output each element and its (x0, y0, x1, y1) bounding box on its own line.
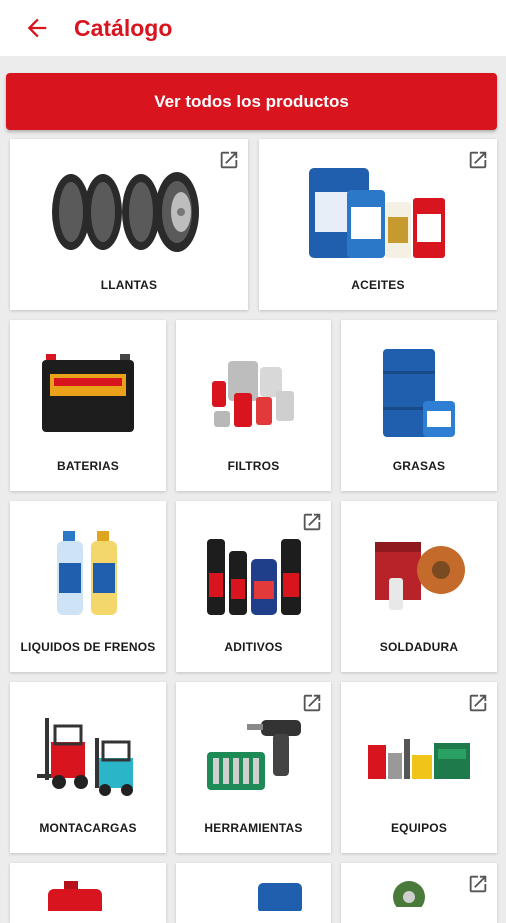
category-label: FILTROS (227, 459, 280, 473)
category-label: SOLDADURA (379, 640, 459, 654)
category-label: BATERIAS (56, 459, 120, 473)
category-card[interactable] (10, 863, 166, 923)
blue-drum-image (258, 883, 302, 911)
category-label: GRASAS (392, 459, 446, 473)
category-label: LIQUIDOS DE FRENOS (20, 640, 156, 654)
app-bar: Catálogo (0, 0, 506, 56)
category-label: HERRAMIENTAS (204, 821, 303, 835)
category-card-baterias[interactable]: BATERIAS (10, 320, 166, 491)
back-button[interactable] (22, 13, 52, 43)
category-card-filtros[interactable]: FILTROS (176, 320, 331, 491)
arrow-left-icon (27, 18, 47, 38)
category-card[interactable] (341, 863, 497, 923)
category-card-montacargas[interactable]: MONTACARGAS (10, 682, 166, 853)
category-card-aditivos[interactable]: ADITIVOS (176, 501, 331, 672)
brake-fluid-image (10, 515, 166, 633)
category-card-equipos[interactable]: EQUIPOS (341, 682, 497, 853)
battery-image (10, 334, 166, 452)
page-title: Catálogo (74, 14, 173, 41)
equipment-image (341, 696, 497, 814)
welding-image (341, 515, 497, 633)
forklifts-image (10, 696, 166, 814)
category-label: LLANTAS (100, 278, 158, 292)
category-card-aceites[interactable]: ACEITES (259, 139, 497, 310)
view-all-products-button[interactable]: Ver todos los productos (6, 73, 497, 130)
category-label: MONTACARGAS (39, 821, 137, 835)
category-label: EQUIPOS (390, 821, 448, 835)
grease-drums-image (341, 334, 497, 452)
red-container-image (48, 881, 102, 911)
category-card-llantas[interactable]: LLANTAS (10, 139, 248, 310)
category-card[interactable] (176, 863, 331, 923)
category-card-herramientas[interactable]: HERRAMIENTAS (176, 682, 331, 853)
tires-image (10, 153, 248, 271)
oils-image (259, 153, 497, 271)
additives-image (176, 515, 331, 633)
category-label: ACEITES (351, 278, 405, 292)
category-card-liquidos-de-frenos[interactable]: LIQUIDOS DE FRENOS (10, 501, 166, 672)
category-card-soldadura[interactable]: SOLDADURA (341, 501, 497, 672)
tools-image (176, 696, 331, 814)
external-link-icon[interactable] (467, 873, 489, 895)
filters-image (176, 334, 331, 452)
category-label: ADITIVOS (224, 640, 283, 654)
category-card-grasas[interactable]: GRASAS (341, 320, 497, 491)
cutting-disc-image (393, 881, 425, 907)
